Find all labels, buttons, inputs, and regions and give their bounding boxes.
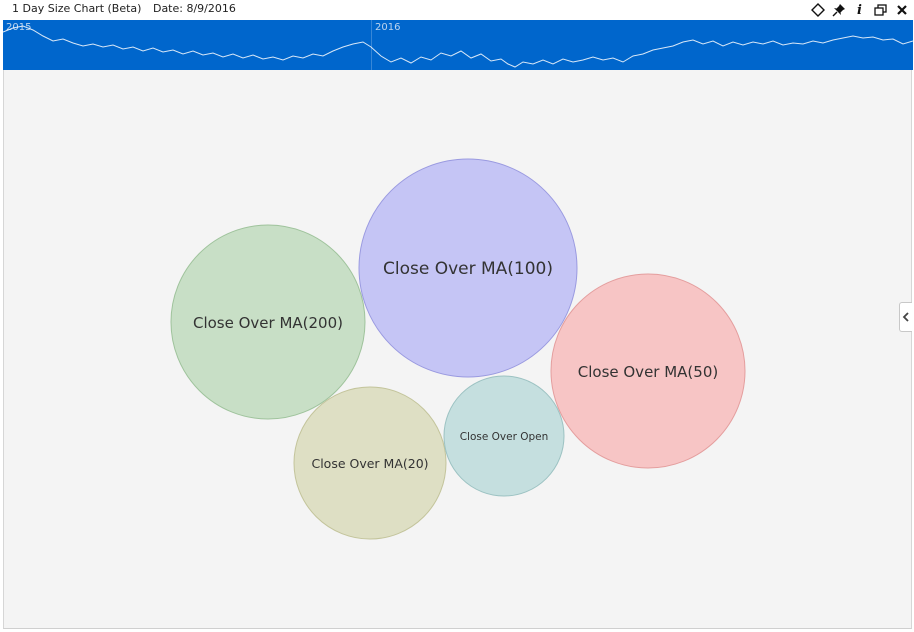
navigator-price-line (3, 25, 913, 68)
info-icon-glyph: i (857, 2, 862, 18)
bubble-close-over-ma200[interactable]: Close Over MA(200) (170, 224, 366, 420)
chart-title: 1 Day Size Chart (Beta) (12, 2, 142, 15)
bubble-close-over-open[interactable]: Close Over Open (443, 375, 565, 497)
popout-icon[interactable] (872, 2, 889, 19)
window-title: 1 Day Size Chart (Beta) Date: 8/9/2016 (12, 2, 236, 15)
bubble-close-over-open-label: Close Over Open (460, 431, 549, 443)
bubble-close-over-ma200-label: Close Over MA(200) (193, 314, 343, 332)
bubble-close-over-ma20-label: Close Over MA(20) (311, 456, 428, 471)
bubble-close-over-ma100[interactable]: Close Over MA(100) (358, 158, 578, 378)
bubble-close-over-ma100-label: Close Over MA(100) (383, 259, 553, 279)
side-panel-toggle[interactable] (899, 302, 912, 332)
title-bar: 1 Day Size Chart (Beta) Date: 8/9/2016 i (0, 0, 914, 20)
info-icon[interactable]: i (851, 2, 868, 19)
chevron-left-icon (902, 312, 909, 322)
bubble-chart: Close Over MA(100) Close Over MA(200) Cl… (170, 158, 746, 540)
diamond-icon[interactable] (809, 2, 826, 19)
chart-date: Date: 8/9/2016 (152, 2, 236, 15)
bubble-close-over-ma50-label: Close Over MA(50) (578, 363, 718, 381)
bubble-close-over-ma20[interactable]: Close Over MA(20) (293, 386, 447, 540)
pin-icon[interactable] (830, 2, 847, 19)
timeline-navigator[interactable]: 2015 2016 (3, 20, 913, 70)
close-icon[interactable] (893, 2, 910, 19)
bubble-close-over-ma50[interactable]: Close Over MA(50) (550, 273, 746, 469)
bubble-chart-panel: Close Over MA(100) Close Over MA(200) Cl… (3, 70, 912, 629)
window-toolbar: i (809, 1, 910, 19)
